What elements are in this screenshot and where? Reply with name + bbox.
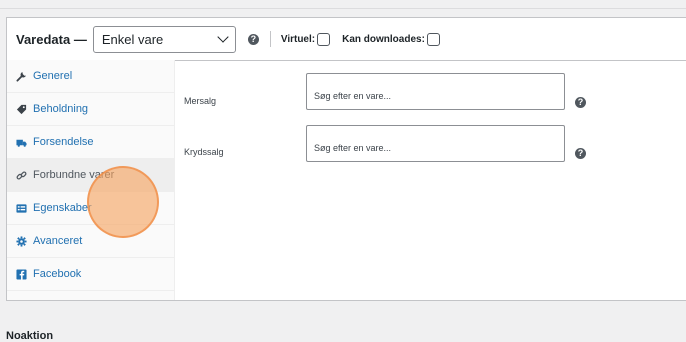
crosssells-placeholder: Søg efter en vare... — [314, 142, 392, 153]
tab-label: Forsendelse — [33, 136, 94, 148]
product-data-title: Varedata — — [16, 31, 87, 47]
downloadable-label: Kan downloades: — [342, 33, 425, 45]
tab-label: Avanceret — [33, 235, 83, 247]
help-icon[interactable]: ? — [575, 97, 586, 108]
tab-label: Generel — [33, 70, 73, 82]
gear-icon — [16, 235, 27, 247]
help-icon[interactable]: ? — [575, 148, 586, 159]
upsells-placeholder: Søg efter en vare... — [314, 90, 392, 101]
help-icon[interactable]: ? — [247, 33, 259, 45]
virtual-label: Virtuel: — [280, 33, 316, 45]
tab-shipping[interactable]: Forsendelse — [7, 126, 174, 159]
wrench-icon — [16, 71, 27, 82]
next-section-heading: Noaktion — [6, 330, 54, 342]
linked-products-panel: Mersalg Søg efter en vare... ? Krydssalg… — [174, 60, 686, 300]
list-icon — [16, 203, 27, 214]
header-divider — [269, 31, 271, 47]
previous-section-strip — [0, 0, 686, 9]
click-highlight — [87, 166, 159, 238]
product-type-select[interactable]: Enkel vare — [92, 25, 236, 53]
link-icon — [16, 170, 27, 181]
tab-general[interactable]: Generel — [7, 60, 174, 93]
product-type-value: Enkel vare — [101, 31, 164, 47]
product-data-panel: Varedata — Enkel vare ? Virtuel: Kan dow… — [6, 17, 686, 301]
chevron-down-icon — [217, 31, 229, 43]
upsells-label: Mersalg — [184, 96, 217, 106]
crosssells-search-input[interactable]: Søg efter en vare... — [306, 125, 565, 162]
tab-label: Beholdning — [33, 103, 89, 115]
tab-facebook[interactable]: Facebook — [7, 258, 174, 291]
crosssells-label: Krydssalg — [184, 147, 224, 157]
tab-label: Facebook — [33, 268, 82, 280]
tab-inventory[interactable]: Beholdning — [7, 93, 174, 126]
tab-advanced[interactable]: Avanceret — [7, 225, 174, 258]
facebook-icon — [16, 268, 27, 280]
tab-label: Egenskaber — [33, 202, 92, 214]
upsells-search-input[interactable]: Søg efter en vare... — [306, 73, 565, 110]
product-data-header: Varedata — Enkel vare ? Virtuel: Kan dow… — [7, 18, 686, 61]
truck-icon — [16, 137, 27, 148]
downloadable-checkbox[interactable] — [426, 32, 440, 46]
virtual-checkbox[interactable] — [317, 32, 331, 46]
tag-icon — [16, 104, 27, 115]
